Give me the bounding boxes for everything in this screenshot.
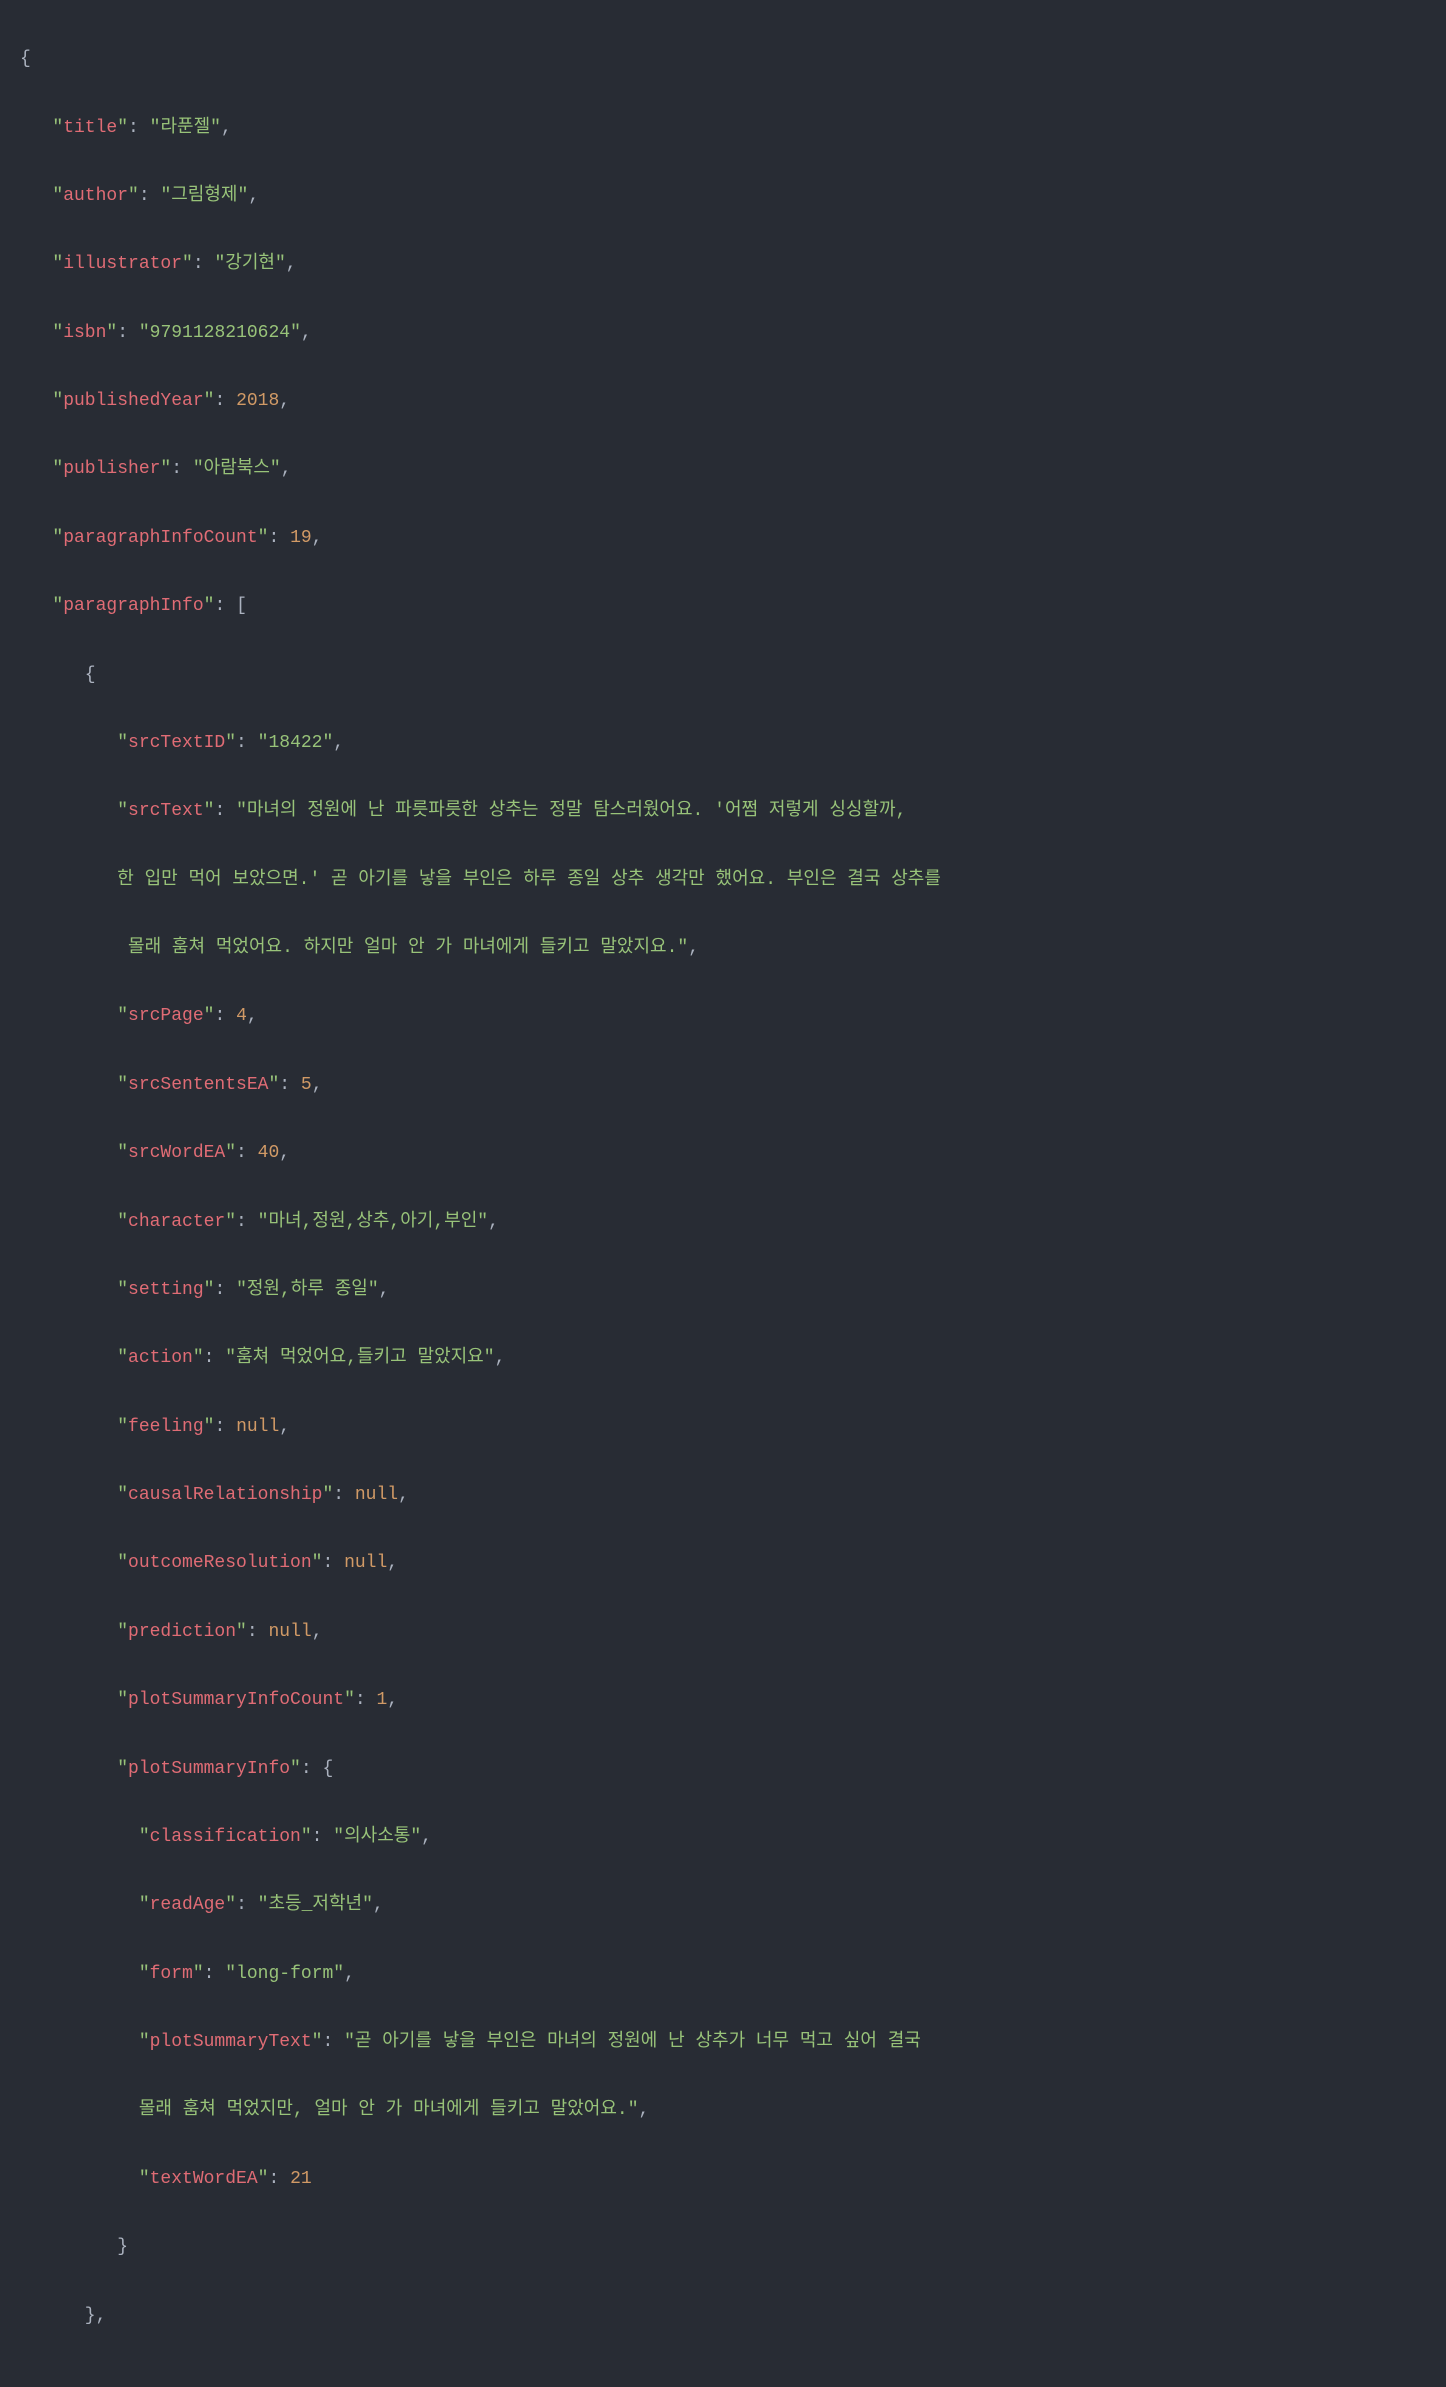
- json-line: "feeling": null,: [20, 1410, 1426, 1444]
- json-line: "prediction": null,: [20, 1615, 1426, 1649]
- json-line: 한 입만 먹어 보았으면.' 곧 아기를 낳을 부인은 하루 종일 상추 생각만…: [20, 863, 1426, 897]
- json-line: "author": "그림형제",: [20, 179, 1426, 213]
- json-line: "isbn": "9791128210624",: [20, 316, 1426, 350]
- json-line: "action": "훔쳐 먹었어요,들키고 말았지요",: [20, 1341, 1426, 1375]
- json-line: "setting": "정원,하루 종일",: [20, 1273, 1426, 1307]
- json-line: "srcSententsEA": 5,: [20, 1068, 1426, 1102]
- json-line: "srcTextID": "18422",: [20, 726, 1426, 760]
- json-line: "outcomeResolution": null,: [20, 1546, 1426, 1580]
- json-line: }: [20, 2230, 1426, 2264]
- json-line: "causalRelationship": null,: [20, 1478, 1426, 1512]
- json-line: "plotSummaryText": "곧 아기를 낳을 부인은 마녀의 정원에…: [20, 2025, 1426, 2059]
- json-line: "character": "마녀,정원,상추,아기,부인",: [20, 1205, 1426, 1239]
- json-line: "paragraphInfoCount": 19,: [20, 521, 1426, 555]
- json-line: 몰래 훔쳐 먹었지만, 얼마 안 가 마녀에게 들키고 말았어요.",: [20, 2093, 1426, 2127]
- json-line: "publisher": "아람북스",: [20, 452, 1426, 486]
- json-line: },: [20, 2299, 1426, 2333]
- json-line: 몰래 훔쳐 먹었어요. 하지만 얼마 안 가 마녀에게 들키고 말았지요.",: [20, 931, 1426, 965]
- json-line: "plotSummaryInfoCount": 1,: [20, 1683, 1426, 1717]
- json-line: "classification": "의사소통",: [20, 1820, 1426, 1854]
- json-line: "readAge": "초등_저학년",: [20, 1888, 1426, 1922]
- json-line: "form": "long-form",: [20, 1957, 1426, 1991]
- json-code-block: { "title": "라푼젤", "author": "그림형제", "ill…: [0, 0, 1446, 2387]
- json-line: {: [20, 658, 1426, 692]
- json-line: "srcText": "마녀의 정원에 난 파릇파릇한 상추는 정말 탐스러웠어…: [20, 794, 1426, 828]
- json-line: "title": "라푼젤",: [20, 111, 1426, 145]
- json-line: {: [20, 42, 1426, 76]
- json-line: "srcWordEA": 40,: [20, 1136, 1426, 1170]
- json-line: "textWordEA": 21: [20, 2162, 1426, 2196]
- json-line: "srcPage": 4,: [20, 999, 1426, 1033]
- json-line: "publishedYear": 2018,: [20, 384, 1426, 418]
- json-line: "paragraphInfo": [: [20, 589, 1426, 623]
- json-line: "illustrator": "강기현",: [20, 247, 1426, 281]
- json-line: "plotSummaryInfo": {: [20, 1752, 1426, 1786]
